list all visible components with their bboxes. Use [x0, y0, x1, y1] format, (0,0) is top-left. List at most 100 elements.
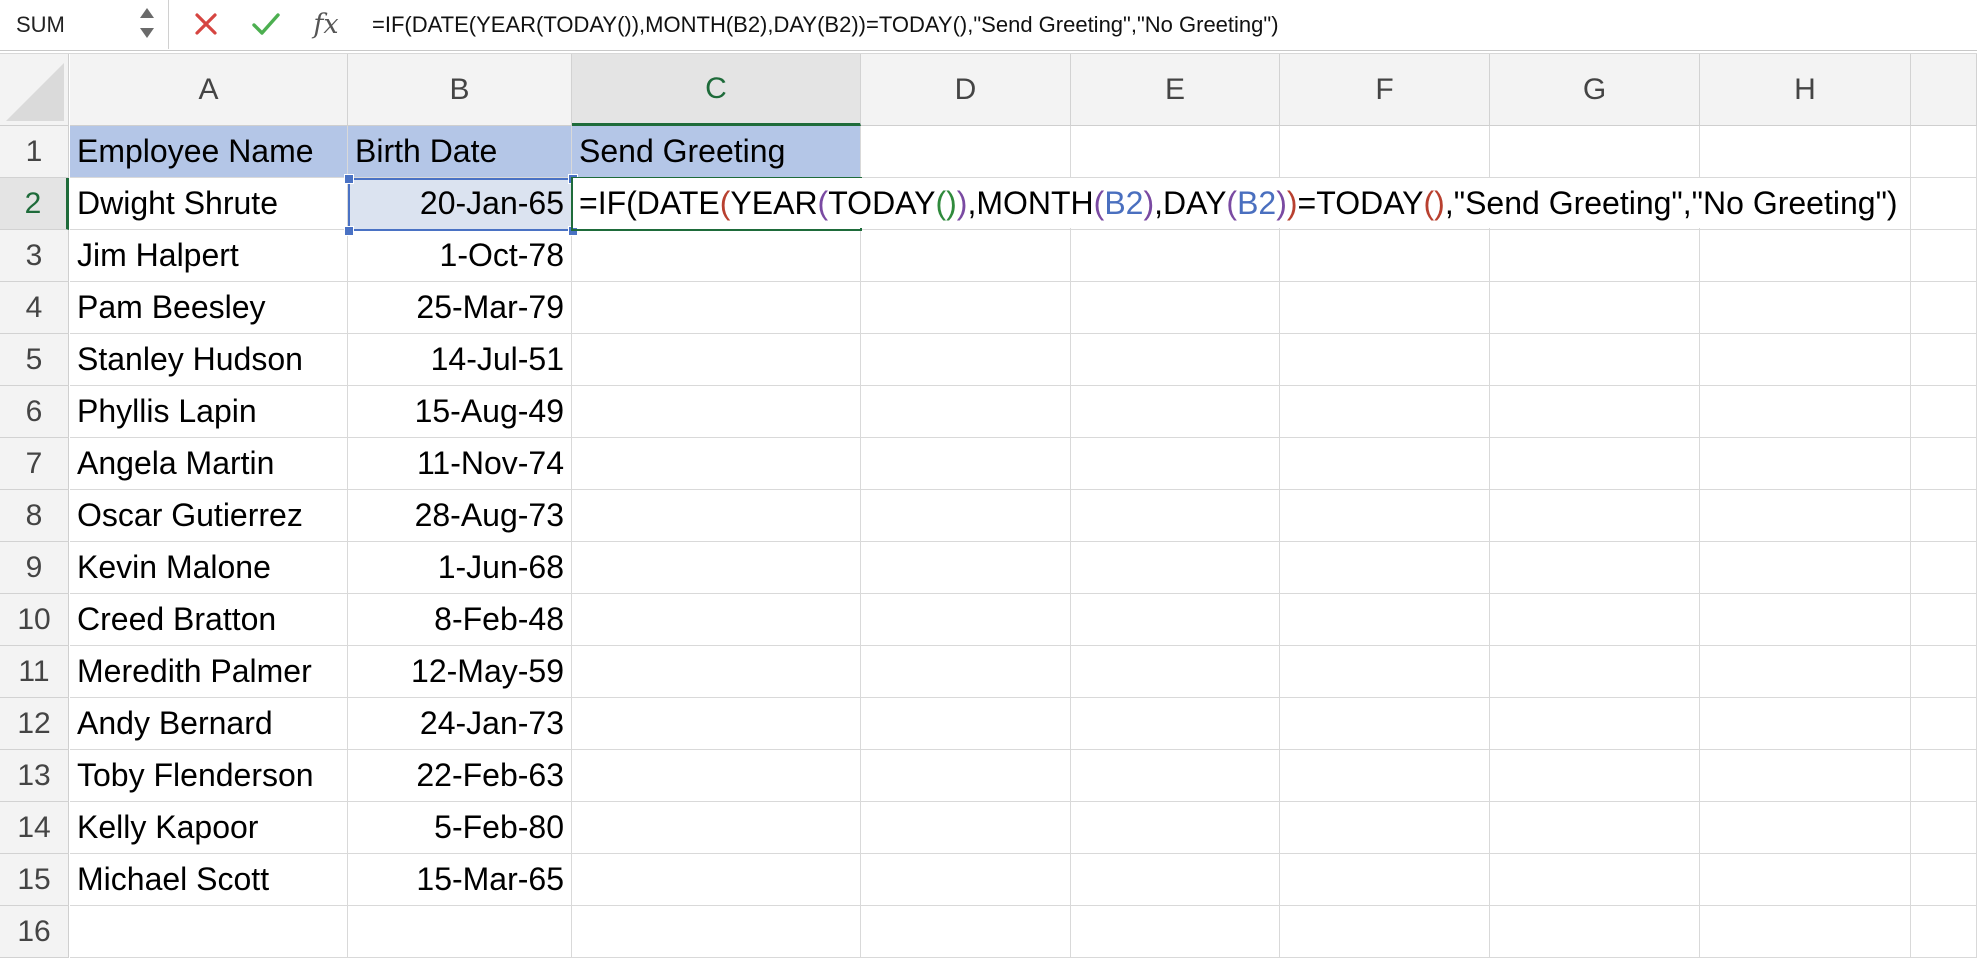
row-header-15[interactable]: 15	[0, 854, 69, 906]
cell-d6[interactable]	[861, 386, 1071, 438]
cell-b13[interactable]: 22-Feb-63	[348, 750, 572, 802]
cell-b6[interactable]: 15-Aug-49	[348, 386, 572, 438]
row-header-2[interactable]: 2	[0, 178, 69, 230]
cell-g1[interactable]	[1490, 126, 1700, 178]
cell-g3[interactable]	[1490, 230, 1700, 282]
column-header-a[interactable]: A	[70, 54, 348, 126]
cell-f5[interactable]	[1280, 334, 1490, 386]
row-header-14[interactable]: 14	[0, 802, 69, 854]
cell-h7[interactable]	[1700, 438, 1911, 490]
cell-i13[interactable]	[1911, 750, 1977, 802]
cell-f16[interactable]	[1280, 906, 1490, 958]
column-header-f[interactable]: F	[1280, 54, 1490, 126]
cell-i5[interactable]	[1911, 334, 1977, 386]
cell-c9[interactable]	[572, 542, 861, 594]
cell-f11[interactable]	[1280, 646, 1490, 698]
cell-h13[interactable]	[1700, 750, 1911, 802]
column-header-b[interactable]: B	[348, 54, 572, 126]
cell-f6[interactable]	[1280, 386, 1490, 438]
cell-h5[interactable]	[1700, 334, 1911, 386]
cell-f1[interactable]	[1280, 126, 1490, 178]
cell-e4[interactable]	[1071, 282, 1280, 334]
cell-i14[interactable]	[1911, 802, 1977, 854]
cell-f12[interactable]	[1280, 698, 1490, 750]
cell-d10[interactable]	[861, 594, 1071, 646]
cell-c14[interactable]	[572, 802, 861, 854]
column-header-g[interactable]: G	[1490, 54, 1700, 126]
cell-i8[interactable]	[1911, 490, 1977, 542]
cell-h9[interactable]	[1700, 542, 1911, 594]
cell-e7[interactable]	[1071, 438, 1280, 490]
cell-b4[interactable]: 25-Mar-79	[348, 282, 572, 334]
cell-i1[interactable]	[1911, 126, 1977, 178]
cell-i7[interactable]	[1911, 438, 1977, 490]
cell-f15[interactable]	[1280, 854, 1490, 906]
cell-b11[interactable]: 12-May-59	[348, 646, 572, 698]
enter-button[interactable]	[248, 6, 284, 42]
row-header-1[interactable]: 1	[0, 126, 69, 178]
cell-e15[interactable]	[1071, 854, 1280, 906]
cell-h4[interactable]	[1700, 282, 1911, 334]
cell-b15[interactable]: 15-Mar-65	[348, 854, 572, 906]
cell-h14[interactable]	[1700, 802, 1911, 854]
row-header-11[interactable]: 11	[0, 646, 69, 698]
cell-i11[interactable]	[1911, 646, 1977, 698]
cell-a9[interactable]: Kevin Malone	[70, 542, 348, 594]
cell-h16[interactable]	[1700, 906, 1911, 958]
cell-g10[interactable]	[1490, 594, 1700, 646]
cell-g4[interactable]	[1490, 282, 1700, 334]
cell-d8[interactable]	[861, 490, 1071, 542]
cell-e13[interactable]	[1071, 750, 1280, 802]
cell-a3[interactable]: Jim Halpert	[70, 230, 348, 282]
cell-h15[interactable]	[1700, 854, 1911, 906]
cell-i15[interactable]	[1911, 854, 1977, 906]
cell-g14[interactable]	[1490, 802, 1700, 854]
cell-d9[interactable]	[861, 542, 1071, 594]
cell-d1[interactable]	[861, 126, 1071, 178]
cell-i16[interactable]	[1911, 906, 1977, 958]
cell-c13[interactable]	[572, 750, 861, 802]
cell-b2[interactable]: 20-Jan-65	[348, 178, 572, 230]
cell-c8[interactable]	[572, 490, 861, 542]
cell-b1[interactable]: Birth Date	[348, 126, 572, 178]
cell-e1[interactable]	[1071, 126, 1280, 178]
column-header-e[interactable]: E	[1071, 54, 1280, 126]
row-header-4[interactable]: 4	[0, 282, 69, 334]
cell-i10[interactable]	[1911, 594, 1977, 646]
cell-a5[interactable]: Stanley Hudson	[70, 334, 348, 386]
name-box[interactable]: SUM	[0, 0, 169, 49]
cell-f13[interactable]	[1280, 750, 1490, 802]
cell-c6[interactable]	[572, 386, 861, 438]
cell-g11[interactable]	[1490, 646, 1700, 698]
cell-d12[interactable]	[861, 698, 1071, 750]
row-header-8[interactable]: 8	[0, 490, 69, 542]
cell-d14[interactable]	[861, 802, 1071, 854]
cell-i9[interactable]	[1911, 542, 1977, 594]
cell-g8[interactable]	[1490, 490, 1700, 542]
cell-c7[interactable]	[572, 438, 861, 490]
cell-a4[interactable]: Pam Beesley	[70, 282, 348, 334]
cell-e8[interactable]	[1071, 490, 1280, 542]
cell-f14[interactable]	[1280, 802, 1490, 854]
cell-d11[interactable]	[861, 646, 1071, 698]
cell-i4[interactable]	[1911, 282, 1977, 334]
cell-h12[interactable]	[1700, 698, 1911, 750]
cell-g9[interactable]	[1490, 542, 1700, 594]
cell-e14[interactable]	[1071, 802, 1280, 854]
cell-c12[interactable]	[572, 698, 861, 750]
cell-f4[interactable]	[1280, 282, 1490, 334]
row-header-7[interactable]: 7	[0, 438, 69, 490]
formula-input[interactable]: =IF(DATE(YEAR(TODAY()),MONTH(B2),DAY(B2)…	[372, 12, 1279, 38]
column-header-c[interactable]: C	[572, 54, 861, 126]
cell-e5[interactable]	[1071, 334, 1280, 386]
cell-c15[interactable]	[572, 854, 861, 906]
row-header-13[interactable]: 13	[0, 750, 69, 802]
cell-e16[interactable]	[1071, 906, 1280, 958]
cell-e10[interactable]	[1071, 594, 1280, 646]
cell-b9[interactable]: 1-Jun-68	[348, 542, 572, 594]
cell-g15[interactable]	[1490, 854, 1700, 906]
cancel-button[interactable]	[188, 6, 224, 42]
cell-h6[interactable]	[1700, 386, 1911, 438]
cell-c1[interactable]: Send Greeting	[572, 126, 861, 178]
row-header-9[interactable]: 9	[0, 542, 69, 594]
